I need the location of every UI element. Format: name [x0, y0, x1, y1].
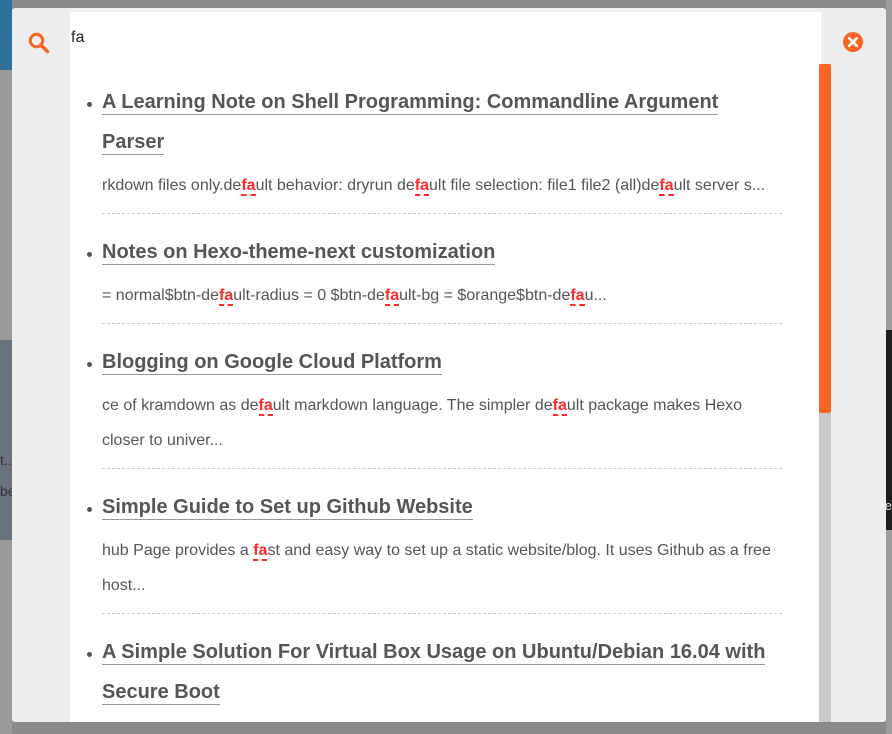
- search-popup: A Learning Note on Shell Programming: Co…: [12, 8, 886, 722]
- result-title-link[interactable]: Notes on Hexo-theme-next customization: [102, 241, 496, 265]
- result-excerpt: hub Page provides a fast and easy way to…: [102, 533, 782, 614]
- match-highlight: fa: [253, 542, 268, 561]
- excerpt-text: u...: [584, 287, 607, 304]
- result-excerpt: ce of kramdown as default markdown langu…: [102, 388, 782, 469]
- excerpt-text: ce of kramdown as de: [102, 397, 259, 414]
- bullet-icon: [87, 252, 92, 257]
- excerpt-text: ult-bg = $orange$btn-de: [399, 287, 571, 304]
- excerpt-text: = normal$btn-de: [102, 287, 219, 304]
- excerpt-text: ult file selection: file1 file2 (all)de: [429, 177, 660, 194]
- excerpt-text: rkdown files only.de: [102, 177, 242, 194]
- result-item: A Simple Solution For Virtual Box Usage …: [87, 614, 782, 712]
- result-item: Notes on Hexo-theme-next customization = …: [87, 214, 782, 324]
- bullet-icon: [87, 102, 92, 107]
- result-item: A Learning Note on Shell Programming: Co…: [87, 64, 782, 214]
- bullet-icon: [87, 362, 92, 367]
- result-title-link[interactable]: A Simple Solution For Virtual Box Usage …: [102, 641, 766, 705]
- result-item: Simple Guide to Set up Github Website hub…: [87, 469, 782, 614]
- match-highlight: fa: [659, 177, 674, 196]
- result-excerpt: = normal$btn-default-radius = 0 $btn-def…: [102, 278, 782, 324]
- match-highlight: fa: [218, 287, 234, 306]
- scrollbar-thumb[interactable]: [819, 64, 831, 413]
- excerpt-text: ult server s...: [673, 177, 766, 194]
- excerpt-text: ult behavior: dryrun de: [255, 177, 415, 194]
- background-image: [0, 340, 12, 540]
- background-text: t..: [0, 452, 12, 468]
- result-list: A Learning Note on Shell Programming: Co…: [70, 64, 831, 712]
- excerpt-text: ult-radius = 0 $btn-de: [233, 287, 385, 304]
- result-item: Blogging on Google Cloud Platform ce of k…: [87, 324, 782, 469]
- match-highlight: fa: [258, 397, 273, 416]
- search-input[interactable]: [70, 12, 821, 64]
- excerpt-text: ult markdown language. The simpler de: [272, 397, 553, 414]
- match-highlight: fa: [414, 177, 429, 196]
- bullet-icon: [87, 507, 92, 512]
- close-icon[interactable]: [842, 31, 864, 53]
- bullet-icon: [87, 652, 92, 657]
- search-results: A Learning Note on Shell Programming: Co…: [70, 64, 831, 722]
- result-title-link[interactable]: Simple Guide to Set up Github Website: [102, 496, 473, 520]
- background-banner: [0, 0, 12, 70]
- match-highlight: fa: [384, 287, 400, 306]
- excerpt-text: hub Page provides a: [102, 542, 254, 559]
- result-title-link[interactable]: Blogging on Google Cloud Platform: [102, 351, 442, 375]
- match-highlight: fa: [241, 177, 256, 196]
- result-title-link[interactable]: A Learning Note on Shell Programming: Co…: [102, 91, 719, 155]
- match-highlight: fa: [570, 287, 585, 306]
- search-icon: [28, 32, 50, 54]
- result-excerpt: rkdown files only.default behavior: dryr…: [102, 168, 782, 214]
- match-highlight: fa: [552, 397, 567, 416]
- scrollbar-track[interactable]: [819, 64, 831, 722]
